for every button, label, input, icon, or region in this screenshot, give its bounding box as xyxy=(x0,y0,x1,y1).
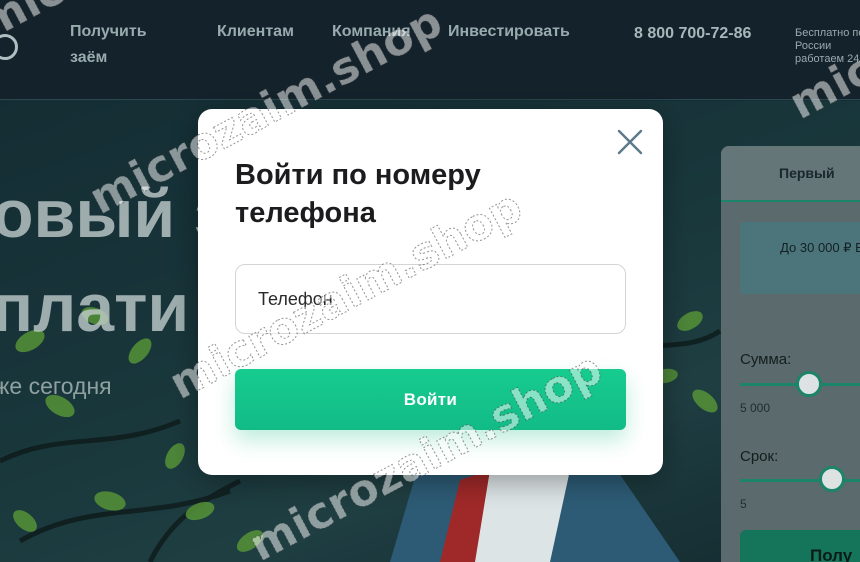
close-button[interactable] xyxy=(617,129,643,155)
login-button[interactable]: Войти xyxy=(235,369,626,430)
close-icon xyxy=(617,129,643,155)
modal-title: Войти по номеру телефона xyxy=(235,159,481,229)
login-modal: Войти по номеру телефона Войти xyxy=(198,109,663,475)
phone-input[interactable] xyxy=(235,264,626,334)
